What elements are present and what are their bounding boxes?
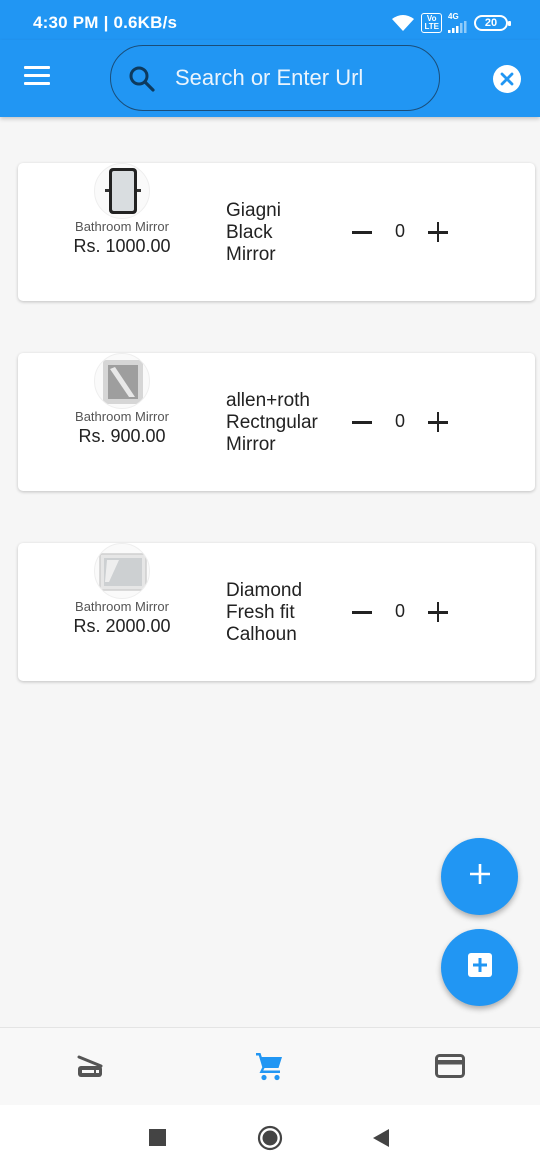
increment-button[interactable] xyxy=(426,220,450,244)
search-input[interactable] xyxy=(175,62,425,94)
decrement-button[interactable] xyxy=(350,220,374,244)
product-price: Rs. 900.00 xyxy=(78,426,166,446)
product-name: Diamond Fresh fit Calhoun xyxy=(226,580,303,645)
status-icons: Vo LTE 4G 20 xyxy=(391,12,511,34)
quantity-stepper: 0 xyxy=(350,220,460,244)
home-circle-icon[interactable] xyxy=(257,1125,283,1151)
search-icon xyxy=(129,66,155,97)
close-circle-icon[interactable] xyxy=(493,65,521,93)
hamburger-menu-icon[interactable] xyxy=(24,66,52,90)
cart-icon[interactable] xyxy=(253,1050,285,1082)
decrement-button[interactable] xyxy=(350,410,374,434)
scanner-icon[interactable] xyxy=(74,1050,106,1082)
signal-icon: 4G xyxy=(448,13,468,33)
plus-icon xyxy=(469,863,491,890)
product-price: Rs. 2000.00 xyxy=(73,616,171,636)
product-card[interactable]: Bathroom Mirror Rs. 2000.00 Diamond Fres… xyxy=(18,543,535,681)
product-card[interactable]: Bathroom Mirror Rs. 1000.00 Giagni Black… xyxy=(18,163,535,301)
wifi-icon xyxy=(391,14,415,32)
recents-square-icon[interactable] xyxy=(149,1129,166,1146)
app-bar xyxy=(0,40,540,117)
quantity-value: 0 xyxy=(394,601,405,621)
product-thumbnail xyxy=(94,543,150,599)
product-thumbnail xyxy=(94,163,150,219)
product-category: Bathroom Mirror xyxy=(75,409,169,424)
back-triangle-icon[interactable] xyxy=(372,1128,390,1148)
product-price: Rs. 1000.00 xyxy=(73,236,171,256)
quantity-stepper: 0 xyxy=(350,600,460,624)
search-bar[interactable] xyxy=(110,45,440,111)
product-category: Bathroom Mirror xyxy=(75,219,169,234)
battery-icon: 20 xyxy=(474,15,511,31)
product-card[interactable]: Bathroom Mirror Rs. 900.00 allen+roth Re… xyxy=(18,353,535,491)
status-time: 4:30 PM | 0.6KB/s xyxy=(33,13,178,32)
product-name: allen+roth Rectngular Mirror xyxy=(226,390,318,455)
network-type: 4G xyxy=(448,12,459,21)
decrement-button[interactable] xyxy=(350,600,374,624)
product-thumbnail xyxy=(94,353,150,409)
battery-level: 20 xyxy=(484,17,498,29)
status-bar: 4:30 PM | 0.6KB/s Vo LTE 4G 20 xyxy=(0,0,540,40)
quantity-value: 0 xyxy=(394,221,405,241)
quantity-value: 0 xyxy=(394,411,405,431)
product-category: Bathroom Mirror xyxy=(75,599,169,614)
credit-card-icon[interactable] xyxy=(434,1050,466,1082)
increment-button[interactable] xyxy=(426,410,450,434)
system-navigation-bar xyxy=(0,1105,540,1170)
increment-button[interactable] xyxy=(426,600,450,624)
add-box-fab-button[interactable] xyxy=(441,929,518,1006)
bottom-navigation xyxy=(0,1027,540,1105)
volte-icon: Vo LTE xyxy=(421,13,442,33)
product-name: Giagni Black Mirror xyxy=(226,200,281,265)
add-box-icon xyxy=(467,952,493,983)
quantity-stepper: 0 xyxy=(350,410,460,434)
add-fab-button[interactable] xyxy=(441,838,518,915)
